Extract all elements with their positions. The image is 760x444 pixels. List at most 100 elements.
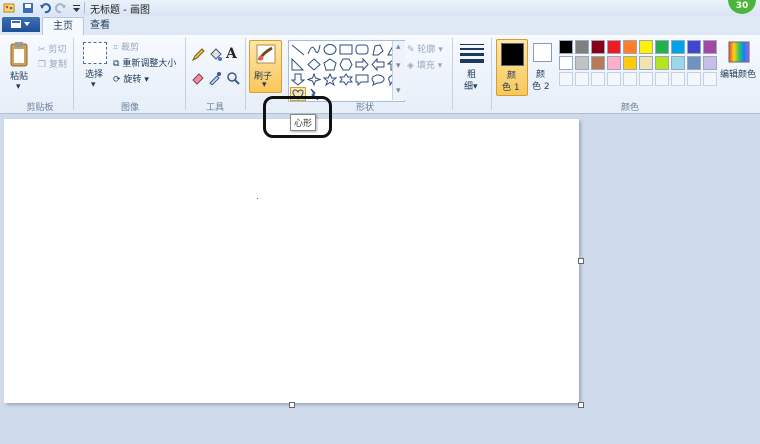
- color1-button[interactable]: 颜 色 1: [496, 39, 528, 96]
- custom-color-slot[interactable]: [559, 72, 573, 86]
- resize-handle-right[interactable]: [578, 258, 584, 264]
- color-swatch[interactable]: [639, 56, 653, 70]
- fill-bucket-icon[interactable]: [208, 48, 222, 62]
- file-menu-button[interactable]: [2, 17, 40, 32]
- fill-button[interactable]: ◈ 填充 ▾: [407, 58, 442, 71]
- select-dropdown-icon[interactable]: ▾: [91, 80, 96, 90]
- scroll-up-icon[interactable]: ▴: [396, 42, 401, 52]
- color-swatch[interactable]: [559, 40, 573, 54]
- clipboard-group-label: 剪贴板: [26, 103, 54, 113]
- resize-button[interactable]: ⧉ 重新调整大小: [113, 56, 176, 69]
- custom-color-slot[interactable]: [591, 72, 605, 86]
- diamond-shape-icon: [307, 58, 321, 71]
- scroll-down-icon[interactable]: ▾: [396, 61, 401, 71]
- custom-color-slot[interactable]: [623, 72, 637, 86]
- title-divider: [84, 2, 85, 14]
- custom-color-slot[interactable]: [639, 72, 653, 86]
- tab-home[interactable]: 主页: [42, 17, 84, 36]
- shapes-gallery-scrollbar[interactable]: ▴ ▾ ▾: [392, 41, 405, 100]
- paste-label[interactable]: 粘贴: [10, 69, 28, 82]
- rotate-dropdown-icon: ▾: [144, 75, 149, 85]
- color-swatch[interactable]: [623, 40, 637, 54]
- edit-colors-button[interactable]: 编辑颜色: [720, 40, 758, 90]
- color-swatch[interactable]: [655, 56, 669, 70]
- color-swatch[interactable]: [607, 56, 621, 70]
- ribbon-separator: [245, 38, 246, 110]
- rotate-button[interactable]: ⟳ 旋转 ▾: [113, 72, 149, 85]
- customize-toolbar-icon[interactable]: [72, 2, 84, 14]
- custom-color-slot[interactable]: [687, 72, 701, 86]
- color-swatch[interactable]: [671, 40, 685, 54]
- copy-button[interactable]: ❐ 复制: [38, 57, 67, 70]
- scissors-icon: ✂: [38, 45, 46, 55]
- color-swatch[interactable]: [687, 56, 701, 70]
- oval-callout-shape-icon: [371, 74, 385, 86]
- size-label-thin[interactable]: 细▾: [464, 79, 478, 92]
- rotate-label: 旋转: [123, 75, 142, 85]
- color-swatch[interactable]: [607, 40, 621, 54]
- drawing-canvas[interactable]: [4, 119, 579, 403]
- color-swatch[interactable]: [703, 56, 717, 70]
- color1-swatch: [501, 43, 524, 66]
- fill-label: 填充: [416, 61, 435, 71]
- oval-shape-icon: [323, 44, 337, 55]
- color-swatch[interactable]: [671, 56, 685, 70]
- color-swatch[interactable]: [591, 40, 605, 54]
- resize-handle-corner[interactable]: [578, 402, 584, 408]
- fill-icon: ◈: [407, 61, 414, 71]
- eraser-icon[interactable]: [191, 71, 205, 85]
- color1-label-bottom: 色 1: [502, 83, 520, 93]
- shapes-gallery[interactable]: [288, 40, 405, 102]
- undo-icon[interactable]: [39, 2, 51, 14]
- color2-label-bottom: 色 2: [532, 82, 550, 92]
- fill-dropdown-icon: ▾: [437, 61, 443, 71]
- shapes-group-label: 形状: [355, 103, 374, 113]
- custom-color-slot[interactable]: [575, 72, 589, 86]
- color-swatch[interactable]: [591, 56, 605, 70]
- custom-color-slot[interactable]: [703, 72, 717, 86]
- color2-button[interactable]: 颜 色 2: [530, 39, 554, 94]
- outline-label: 轮廓: [417, 45, 436, 55]
- brush-icon: [256, 44, 276, 64]
- magnifier-icon[interactable]: [226, 71, 240, 85]
- paste-button[interactable]: [8, 40, 32, 68]
- save-icon[interactable]: [22, 2, 34, 14]
- color-swatch[interactable]: [687, 40, 701, 54]
- resize-handle-bottom[interactable]: [289, 402, 295, 408]
- select-icon[interactable]: [83, 42, 107, 64]
- paste-dropdown-icon[interactable]: ▾: [16, 82, 21, 92]
- color-swatch[interactable]: [703, 40, 717, 54]
- resize-label: 重新调整大小: [122, 59, 177, 69]
- ribbon-separator: [73, 38, 74, 110]
- custom-color-slot[interactable]: [671, 72, 685, 86]
- size-icon[interactable]: [460, 42, 484, 64]
- rectangle-shape-icon: [339, 44, 353, 55]
- down-arrow-shape-icon: [291, 73, 305, 86]
- six-point-star-shape-icon: [339, 73, 353, 86]
- color-picker-icon[interactable]: [208, 71, 222, 86]
- redo-icon[interactable]: [55, 2, 67, 14]
- color-swatch[interactable]: [575, 56, 589, 70]
- rectangular-callout-shape-icon: [355, 74, 369, 86]
- cut-button[interactable]: ✂ 剪切: [38, 42, 66, 55]
- select-label[interactable]: 选择: [85, 67, 103, 80]
- line-shape-icon: [291, 44, 305, 56]
- brushes-dropdown-icon: ▾: [262, 80, 267, 90]
- size-dropdown-icon: ▾: [473, 82, 478, 92]
- brushes-button[interactable]: 刷子 ▾: [249, 40, 282, 93]
- color2-swatch: [533, 43, 552, 62]
- custom-color-slot[interactable]: [607, 72, 621, 86]
- crop-button[interactable]: ⌗ 裁剪: [113, 40, 139, 53]
- gallery-expand-icon[interactable]: ▾: [396, 86, 401, 96]
- color-swatch[interactable]: [639, 40, 653, 54]
- color-swatch[interactable]: [623, 56, 637, 70]
- outline-button[interactable]: ✎ 轮廓 ▾: [407, 42, 443, 55]
- text-tool-icon[interactable]: A: [226, 46, 240, 62]
- rotate-icon: ⟳: [113, 75, 121, 85]
- pencil-icon[interactable]: [191, 48, 205, 62]
- tab-view[interactable]: 查看: [80, 17, 120, 35]
- color-swatch[interactable]: [559, 56, 573, 70]
- color-swatch[interactable]: [575, 40, 589, 54]
- custom-color-slot[interactable]: [655, 72, 669, 86]
- color-swatch[interactable]: [655, 40, 669, 54]
